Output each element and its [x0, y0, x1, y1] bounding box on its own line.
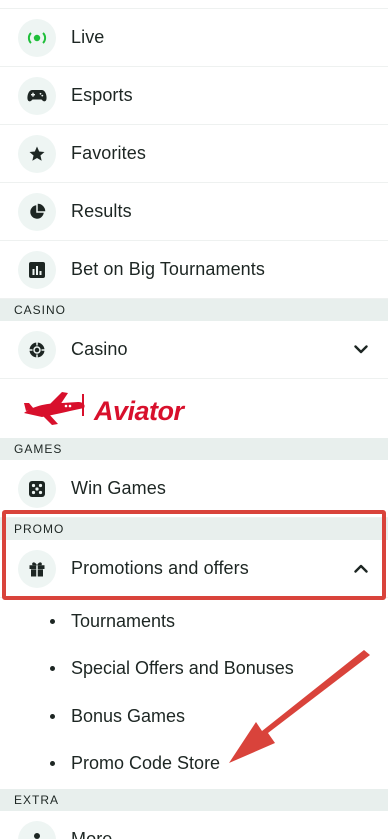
bullet [50, 713, 55, 719]
aviator-logo-text: Aviator [94, 395, 184, 426]
menu-item-label: Promotions and offers [71, 558, 249, 578]
submenu-item-label: Bonus Games [71, 705, 186, 726]
menu-item-live[interactable]: Live [0, 9, 388, 67]
casino-chip-icon [18, 330, 56, 369]
menu-item-favorites[interactable]: Favorites [0, 125, 388, 183]
submenu-item-tournaments[interactable]: Tournaments [0, 598, 388, 644]
person-icon [18, 820, 56, 839]
live-icon [18, 18, 56, 57]
submenu-item-label: Tournaments [71, 610, 176, 631]
section-header-casino: CASINO [0, 299, 388, 321]
gamepad-icon [18, 76, 56, 115]
submenu-item-special-offers[interactable]: Special Offers and Bonuses [0, 645, 388, 691]
section-header-promo: PROMO [0, 518, 388, 540]
bullet [50, 760, 55, 766]
menu-item-casino[interactable]: Casino [0, 321, 388, 379]
menu-item-label: More [71, 829, 113, 839]
chevron-down-icon[interactable] [354, 341, 368, 359]
section-header-extra: EXTRA [0, 789, 388, 811]
submenu-item-label: Special Offers and Bonuses [71, 657, 294, 678]
menu-item-label: Favorites [71, 143, 146, 163]
menu-item-win-games[interactable]: Win Games [0, 460, 388, 518]
submenu-item-bonus-games[interactable]: Bonus Games [0, 693, 388, 739]
menu-item-label: Casino [71, 339, 128, 359]
menu-item-results[interactable]: Results [0, 183, 388, 241]
menu-item-more[interactable]: More [0, 811, 388, 839]
chevron-up-icon[interactable] [354, 560, 368, 578]
dice-icon [18, 469, 56, 508]
menu-item-esports[interactable]: Esports [0, 67, 388, 125]
menu-item-label: Win Games [71, 478, 166, 498]
pie-chart-icon [18, 192, 56, 231]
star-icon [18, 134, 56, 173]
gift-icon [18, 549, 56, 588]
menu-item-label: Esports [71, 85, 133, 105]
airplane-icon [22, 389, 90, 434]
section-header-games: GAMES [0, 438, 388, 460]
menu-item-big-tournaments[interactable]: Bet on Big Tournaments [0, 241, 388, 299]
menu-item-label: Live [71, 27, 105, 47]
menu-item-promotions[interactable]: Promotions and offers [0, 540, 388, 598]
menu-item-label: Bet on Big Tournaments [71, 259, 265, 279]
submenu-item-label: Promo Code Store [71, 752, 221, 773]
bar-chart-icon [18, 250, 56, 289]
aviator-game-link[interactable]: Aviator [0, 382, 388, 440]
menu-item-label: Results [71, 201, 132, 221]
submenu-item-promo-code-store[interactable]: Promo Code Store [0, 740, 388, 786]
bullet [50, 618, 55, 624]
bullet [50, 665, 55, 671]
